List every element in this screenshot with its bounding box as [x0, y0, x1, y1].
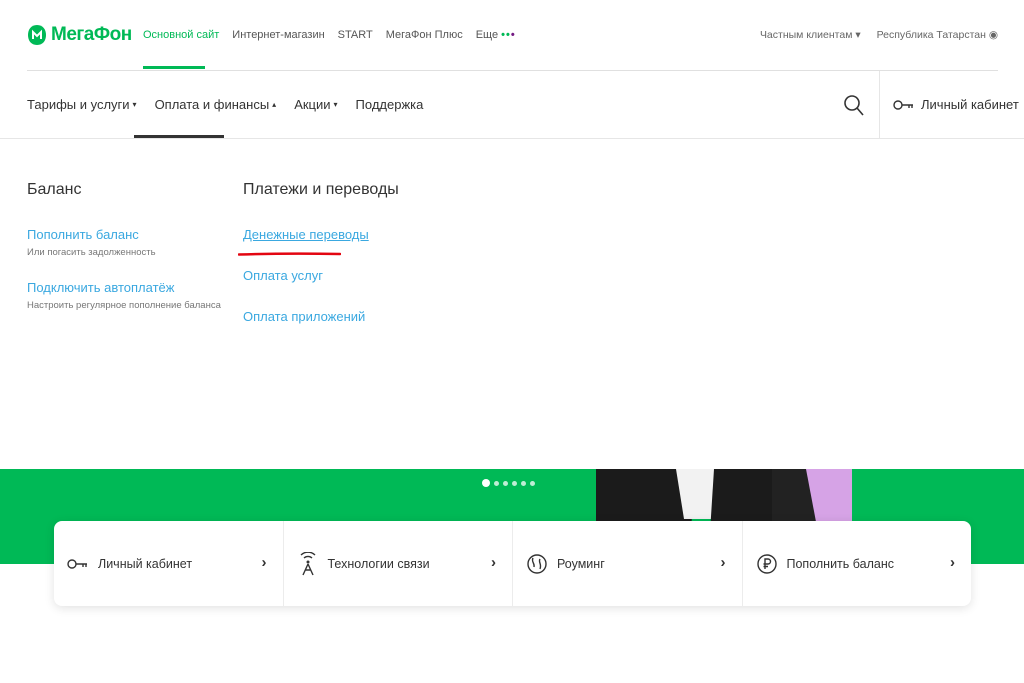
chevron-right-icon: › [720, 554, 726, 571]
menu-item: Подключить автоплатёж Настроить регулярн… [27, 280, 221, 311]
ruble-icon [755, 552, 779, 576]
menu-column-balance: Баланс Пополнить баланс Или погасить зад… [27, 181, 221, 333]
main-nav: Тарифы и услуги ▾ Оплата и финансы ▴ Акции… [0, 71, 1024, 139]
key-icon [66, 552, 90, 576]
nav-separator [879, 71, 880, 139]
slider-dot[interactable] [530, 480, 535, 486]
slider-dot[interactable] [503, 480, 508, 486]
money-transfers-link[interactable]: Денежные переводы [243, 227, 399, 242]
top-up-balance-link[interactable]: Пополнить баланс [27, 227, 221, 242]
red-highlight-underline [238, 252, 341, 256]
active-site-underline [143, 66, 205, 69]
nav-item-payment-finance[interactable]: Оплата и финансы ▴ [155, 97, 277, 112]
card-label: Пополнить баланс [786, 556, 895, 571]
slider-dots [482, 479, 535, 487]
pay-apps-link[interactable]: Оплата приложений [243, 309, 399, 324]
pay-services-link[interactable]: Оплата услуг [243, 268, 399, 283]
payment-finance-dropdown: Баланс Пополнить баланс Или погасить зад… [0, 139, 1024, 469]
megafon-logo[interactable]: МегаФон [27, 24, 132, 46]
card-roaming[interactable]: Роуминг › [513, 521, 743, 606]
chevron-right-icon: › [491, 554, 496, 571]
top-link-online-store[interactable]: Интернет-магазин [232, 29, 324, 41]
menu-column-payments: Платежи и переводы Денежные переводы Опл… [243, 181, 399, 350]
nav-item-label: Акции [294, 97, 331, 112]
slider-dot[interactable] [512, 480, 517, 486]
region-selector[interactable]: Республика Татарстан ◉ [877, 29, 998, 41]
top-links: Основной сайт Интернет-магазин START Мег… [143, 29, 529, 41]
menu-item-subtitle: Настроить регулярное пополнение баланса [27, 300, 221, 311]
logo-text: МегаФон [51, 24, 132, 45]
more-dot-purple: • [510, 29, 516, 41]
caret-down-icon: ▾ [132, 100, 137, 109]
top-link-start[interactable]: START [338, 29, 373, 41]
slider-dot-active[interactable] [482, 479, 490, 487]
menu-item: Пополнить баланс Или погасить задолженно… [27, 227, 221, 258]
segment-selector[interactable]: Частным клиентам ▾ [760, 29, 861, 41]
slider-dot[interactable] [494, 480, 499, 486]
card-personal-account[interactable]: Личный кабинет › [54, 521, 284, 606]
personal-account-label: Личный кабинет [921, 97, 1019, 112]
nav-item-promotions[interactable]: Акции ▾ [294, 97, 337, 112]
top-bar: МегаФон Основной сайт Интернет-магазин S… [0, 0, 1024, 72]
top-link-more-label: Еще [475, 29, 499, 41]
quick-access-cards: Личный кабинет › Технологии связи › Роум… [54, 521, 971, 606]
antenna-icon [296, 551, 320, 576]
key-icon [893, 99, 913, 110]
search-icon[interactable] [842, 93, 866, 117]
top-link-more[interactable]: Еще ••• [476, 29, 516, 41]
card-connection-technologies[interactable]: Технологии связи › [284, 521, 513, 606]
menu-item-subtitle: Или погасить задолженность [27, 247, 156, 258]
nav-item-label: Тарифы и услуги [27, 97, 130, 112]
top-link-megafon-plus[interactable]: МегаФон Плюс [386, 29, 463, 41]
menu-item: Оплата услуг [243, 268, 399, 283]
top-right-controls: Частным клиентам ▾ Республика Татарстан … [744, 29, 998, 41]
menu-item: Денежные переводы [243, 227, 399, 242]
card-label: Личный кабинет [98, 556, 193, 571]
nav-item-support[interactable]: Поддержка [356, 97, 424, 112]
chevron-right-icon: › [261, 554, 267, 571]
nav-active-underline [134, 135, 224, 138]
card-label: Технологии связи [327, 556, 430, 571]
nav-item-tariffs[interactable]: Тарифы и услуги ▾ [27, 97, 137, 112]
autopay-link[interactable]: Подключить автоплатёж [27, 280, 221, 295]
menu-column-title: Платежи и переводы [243, 181, 399, 198]
chevron-right-icon: › [950, 554, 955, 571]
caret-up-icon: ▴ [272, 100, 277, 109]
nav-item-label: Поддержка [355, 97, 424, 112]
card-label: Роуминг [557, 556, 605, 571]
nav-item-label: Оплата и финансы [154, 97, 270, 112]
more-dots-icon: ••• [501, 29, 516, 41]
menu-column-title: Баланс [27, 181, 82, 198]
more-dots-green: •• [501, 29, 511, 41]
megafon-logo-icon [28, 25, 46, 45]
menu-item: Оплата приложений [243, 309, 399, 324]
slider-dot[interactable] [521, 480, 526, 486]
roaming-icon [525, 552, 549, 576]
card-top-up-balance[interactable]: Пополнить баланс › [743, 521, 972, 606]
top-link-main-site[interactable]: Основной сайт [143, 29, 219, 41]
nav-items: Тарифы и услуги ▾ Оплата и финансы ▴ Акции… [27, 97, 441, 112]
caret-down-icon: ▾ [333, 100, 338, 109]
personal-account-button[interactable]: Личный кабинет [893, 97, 1019, 112]
